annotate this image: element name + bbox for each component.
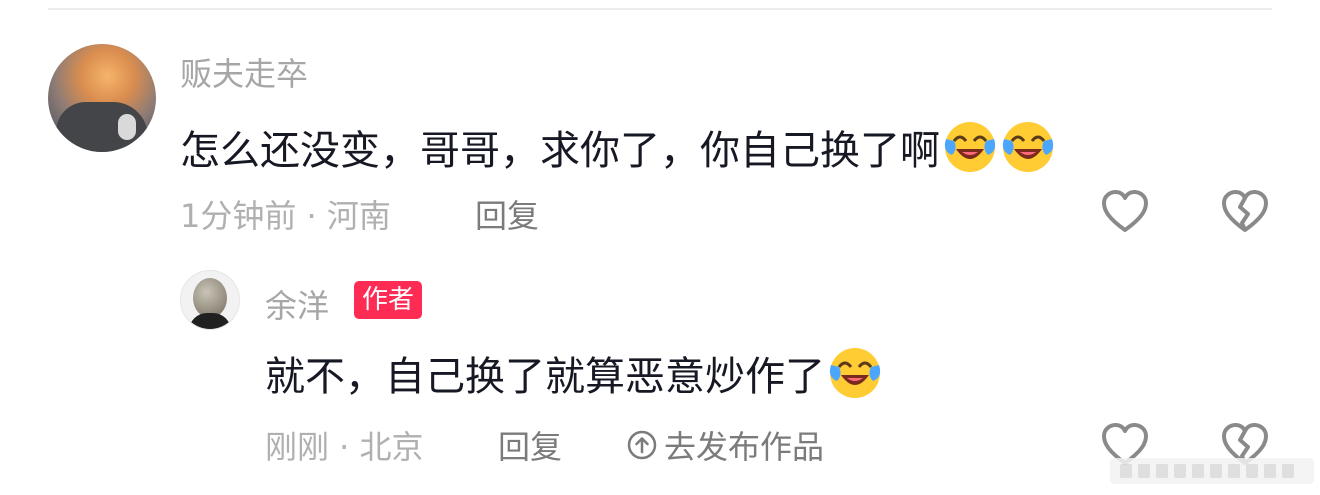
dislike-button[interactable]	[1218, 185, 1272, 239]
commenter-avatar[interactable]	[48, 44, 156, 152]
reply-reply-button[interactable]: 回复	[498, 422, 562, 468]
avatar-body	[189, 313, 231, 329]
avatar-figure	[118, 114, 136, 140]
broken-heart-icon	[1222, 190, 1268, 232]
author-badge: 作者	[354, 281, 423, 319]
publish-work-label: 去发布作品	[664, 428, 825, 466]
comment-text-content: 怎么还没变，哥哥，求你了，你自己换了啊	[180, 128, 940, 174]
reply-time-location: 刚刚 · 北京	[265, 428, 424, 466]
reply-text-content: 就不，自己换了就算恶意炒作了	[265, 354, 825, 400]
like-button[interactable]	[1098, 185, 1152, 239]
top-divider	[48, 8, 1272, 10]
upload-circle-icon	[627, 430, 657, 460]
reply-button[interactable]: 回复	[475, 191, 539, 237]
comment-text: 怎么还没变，哥哥，求你了，你自己换了啊	[180, 118, 1056, 176]
heart-outline-icon	[1102, 190, 1148, 232]
watermark	[1110, 458, 1314, 484]
author-avatar[interactable]	[180, 270, 240, 330]
laughing-crying-emoji-icon	[944, 122, 996, 172]
publish-work-button[interactable]: 去发布作品	[626, 422, 824, 468]
author-name[interactable]: 余洋	[265, 281, 329, 327]
laughing-crying-emoji-icon	[1002, 122, 1054, 172]
avatar-head	[193, 278, 227, 318]
laughing-crying-emoji-icon	[829, 348, 881, 398]
comment-time-location: 1分钟前 · 河南	[180, 197, 391, 235]
reply-text: 就不，自己换了就算恶意炒作了	[265, 344, 883, 402]
commenter-name[interactable]: 贩夫走卒	[180, 49, 308, 95]
